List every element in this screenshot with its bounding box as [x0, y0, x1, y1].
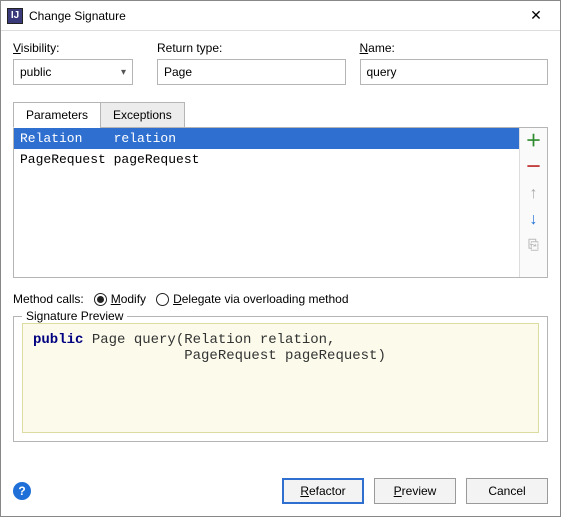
footer: ? Refactor Preview Cancel — [1, 470, 560, 516]
close-icon: ✕ — [530, 7, 542, 24]
move-up-icon[interactable]: ↑ — [530, 186, 538, 202]
parameters-list[interactable]: Relation relationPageRequest pageRequest — [14, 128, 519, 277]
top-fields-row: Visibility: public ▾ Return type: Name: — [13, 41, 548, 85]
tab-exceptions[interactable]: Exceptions — [100, 102, 185, 128]
preview-button[interactable]: Preview — [374, 478, 456, 504]
name-field: Name: — [360, 41, 549, 85]
parameters-panel: Relation relationPageRequest pageRequest… — [13, 128, 548, 278]
name-label: Name: — [360, 41, 549, 55]
tab-bar: Parameters Exceptions — [13, 101, 548, 128]
copy-icon[interactable]: ⎘ — [528, 238, 538, 251]
name-input[interactable] — [360, 59, 549, 85]
visibility-combo[interactable]: public ▾ — [13, 59, 133, 85]
radio-dot-icon — [94, 293, 107, 306]
signature-preview: public Page query(Relation relation, Pag… — [22, 323, 539, 433]
help-icon[interactable]: ? — [13, 482, 31, 500]
content-area: Visibility: public ▾ Return type: Name: … — [1, 31, 560, 470]
remove-icon[interactable]: － — [525, 160, 541, 176]
add-icon[interactable]: ＋ — [525, 134, 541, 150]
dialog-window: IJ Change Signature ✕ Visibility: public… — [0, 0, 561, 517]
radio-modify[interactable]: Modify — [94, 292, 146, 306]
refactor-button[interactable]: Refactor — [282, 478, 364, 504]
signature-preview-group: Signature Preview public Page query(Rela… — [13, 316, 548, 442]
parameter-row[interactable]: PageRequest pageRequest — [14, 149, 519, 170]
window-title: Change Signature — [29, 9, 516, 23]
radio-dot-icon — [156, 293, 169, 306]
method-calls-label: Method calls: — [13, 292, 84, 306]
method-calls-row: Method calls: Modify Delegate via overlo… — [13, 292, 548, 306]
return-type-label: Return type: — [157, 41, 346, 55]
return-type-field: Return type: — [157, 41, 346, 85]
return-type-input[interactable] — [157, 59, 346, 85]
parameters-toolbar: ＋ － ↑ ↓ ⎘ — [519, 128, 547, 277]
chevron-down-icon: ▾ — [121, 67, 126, 78]
parameter-row[interactable]: Relation relation — [14, 128, 519, 149]
visibility-label: Visibility: — [13, 41, 143, 55]
visibility-value: public — [20, 65, 51, 79]
title-bar: IJ Change Signature ✕ — [1, 1, 560, 31]
tabs-area: Parameters Exceptions Relation relationP… — [13, 101, 548, 278]
tab-parameters[interactable]: Parameters — [13, 102, 101, 128]
app-icon: IJ — [7, 8, 23, 24]
cancel-button[interactable]: Cancel — [466, 478, 548, 504]
close-button[interactable]: ✕ — [516, 2, 556, 30]
signature-preview-legend: Signature Preview — [22, 309, 127, 323]
move-down-icon[interactable]: ↓ — [530, 212, 538, 228]
visibility-field: Visibility: public ▾ — [13, 41, 143, 85]
radio-delegate[interactable]: Delegate via overloading method — [156, 292, 348, 306]
